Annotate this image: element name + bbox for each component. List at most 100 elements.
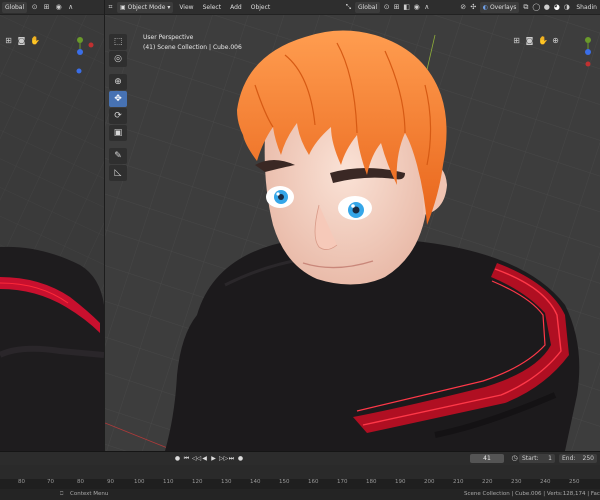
tick-label: 110 — [163, 479, 174, 485]
play-icon[interactable]: ▶ — [210, 455, 217, 462]
orientation-dropdown[interactable]: Global — [354, 1, 381, 13]
transform-pivot-icon[interactable]: ⊙ — [383, 3, 390, 12]
timeline-controls: ● ⏮ ◁◁ ◀ ▶ ▷▷ ⏭ ● 41 ◷ Start: 1 End: 250 — [0, 452, 600, 465]
tick-label: 250 — [569, 479, 580, 485]
shading-wireframe-icon[interactable]: ◯ — [532, 3, 540, 12]
left-viewport[interactable] — [0, 15, 104, 451]
start-label: Start: — [522, 455, 539, 462]
orientation-dropdown-left[interactable]: Global — [2, 1, 28, 13]
menu-object[interactable]: Object — [248, 2, 274, 13]
timeline-track[interactable] — [0, 465, 600, 479]
left-viewport-scene — [0, 15, 104, 451]
hand-pan-icon[interactable]: ✋ — [30, 36, 40, 45]
menu-add[interactable]: Add — [227, 2, 245, 13]
left-nav-controls: ⊞ ◙ ✋ — [4, 36, 40, 45]
snap-icon[interactable]: ⊞ — [393, 3, 400, 12]
toolbar: ⬚ ◎ ⊕ ✥ ⟳ ▣ ✎ ◺ — [109, 34, 129, 182]
main-viewport[interactable] — [105, 15, 600, 451]
tick-label: 230 — [511, 479, 522, 485]
left-axis-gizmo[interactable] — [68, 34, 98, 78]
clock-icon[interactable]: ◷ — [510, 454, 519, 463]
jump-last-icon[interactable]: ⏭ — [228, 455, 235, 462]
editor-type-icon[interactable]: ⌗ — [107, 3, 114, 12]
tick-label: 100 — [134, 479, 145, 485]
tick-label: 140 — [250, 479, 261, 485]
tick-label: 220 — [482, 479, 493, 485]
jump-key-forward-icon[interactable]: ▷▷ — [219, 455, 228, 462]
shading-solid-icon[interactable]: ● — [543, 3, 550, 12]
play-reverse-icon[interactable]: ◀ — [201, 455, 208, 462]
overlays-icon: ◐ — [482, 3, 490, 11]
tick-label: 190 — [395, 479, 406, 485]
tick-label: 170 — [337, 479, 348, 485]
tick-label: 210 — [453, 479, 464, 485]
start-frame-field[interactable]: Start: 1 — [519, 454, 555, 463]
move-tool[interactable]: ✥ — [109, 91, 127, 107]
main-viewport-header: ⌗ ▣ Object Mode ▾ View Select Add Object… — [105, 0, 600, 15]
shading-menu[interactable]: Shadin — [573, 2, 600, 13]
measure-tool[interactable]: ◺ — [109, 165, 127, 181]
tick-label: 200 — [424, 479, 435, 485]
proportional-icon[interactable]: ◉ — [413, 3, 420, 12]
grid-view-icon[interactable]: ⊞ — [512, 36, 521, 45]
object-mode-icon: ▣ — [120, 3, 128, 11]
main-axis-gizmo[interactable] — [578, 34, 600, 78]
menu-select[interactable]: Select — [200, 2, 225, 13]
record-icon[interactable]: ● — [237, 455, 244, 462]
cursor-tool[interactable]: ◎ — [109, 51, 127, 67]
context-menu-hint: Context Menu — [70, 491, 109, 497]
tick-label: 80 — [77, 479, 84, 485]
shading-rendered-icon[interactable]: ◑ — [563, 3, 570, 12]
snap-icon[interactable]: ⊞ — [42, 3, 51, 12]
timeline[interactable]: ● ⏮ ◁◁ ◀ ▶ ▷▷ ⏭ ● 41 ◷ Start: 1 End: 250… — [0, 451, 600, 490]
end-frame-field[interactable]: End: 250 — [559, 454, 597, 463]
tick-label: 240 — [540, 479, 551, 485]
camera-icon[interactable]: ◙ — [525, 36, 534, 45]
jump-key-back-icon[interactable]: ◁◁ — [192, 455, 201, 462]
overflow-icon[interactable]: ∧ — [423, 3, 430, 12]
tick-label: 70 — [47, 479, 54, 485]
scale-tool[interactable]: ▣ — [109, 125, 127, 141]
tick-label: 150 — [279, 479, 290, 485]
menu-view[interactable]: View — [176, 2, 196, 13]
grid-view-icon[interactable]: ⊞ — [4, 36, 13, 45]
camera-icon[interactable]: ◙ — [17, 36, 26, 45]
tick-label: 160 — [308, 479, 319, 485]
annotate-tool[interactable]: ✎ — [109, 148, 127, 164]
rotate-tool[interactable]: ⟳ — [109, 108, 127, 124]
overflow-icon[interactable]: ∧ — [66, 3, 75, 12]
current-frame-field[interactable]: 41 — [470, 454, 504, 463]
visibility-icon[interactable]: ⊘ — [460, 3, 467, 12]
view-perspective-label: User Perspective — [143, 34, 194, 41]
start-value: 1 — [548, 455, 552, 462]
zoom-icon[interactable]: ⊕ — [551, 36, 560, 45]
tick-label: 180 — [366, 479, 377, 485]
tick-label: 80 — [18, 479, 25, 485]
end-label: End: — [562, 455, 576, 462]
main-viewport-scene — [105, 15, 600, 451]
select-box-tool[interactable]: ⬚ — [109, 34, 127, 50]
mode-dropdown[interactable]: ▣ Object Mode ▾ — [117, 1, 174, 13]
end-value: 250 — [582, 455, 594, 462]
proportional-icon[interactable]: ◉ — [54, 3, 63, 12]
transform-orientation-tool[interactable]: ⊕ — [109, 74, 127, 90]
mode-label: Object Mode — [127, 3, 166, 11]
jump-start-icon[interactable]: ● — [174, 455, 181, 462]
left-viewport-header: Global ⊙ ⊞ ◉ ∧ — [0, 0, 104, 15]
view-collection-label: (41) Scene Collection | Cube.006 — [143, 44, 242, 51]
transform-pivot-icon[interactable]: ⊙ — [30, 3, 39, 12]
jump-first-icon[interactable]: ⏮ — [183, 455, 190, 462]
shading-material-icon[interactable]: ◕ — [553, 3, 560, 12]
tick-label: 130 — [221, 479, 232, 485]
overlays-toggle[interactable]: ◐ Overlays — [479, 1, 520, 13]
scene-stats: Scene Collection | Cube.006 | Verts:128,… — [464, 491, 600, 497]
xray-icon[interactable]: ⧉ — [522, 3, 529, 12]
snap-target-icon[interactable]: ◧ — [403, 3, 410, 12]
status-bar: ⎕ Context Menu Scene Collection | Cube.0… — [0, 489, 600, 500]
orientation-icon: ⤡ — [345, 2, 352, 11]
main-nav-controls: ⊞ ◙ ✋ ⊕ — [512, 36, 560, 45]
tick-label: 90 — [107, 479, 114, 485]
gizmo-icon[interactable]: ✣ — [470, 3, 477, 12]
overlays-label: Overlays — [489, 3, 517, 11]
hand-pan-icon[interactable]: ✋ — [538, 36, 548, 45]
